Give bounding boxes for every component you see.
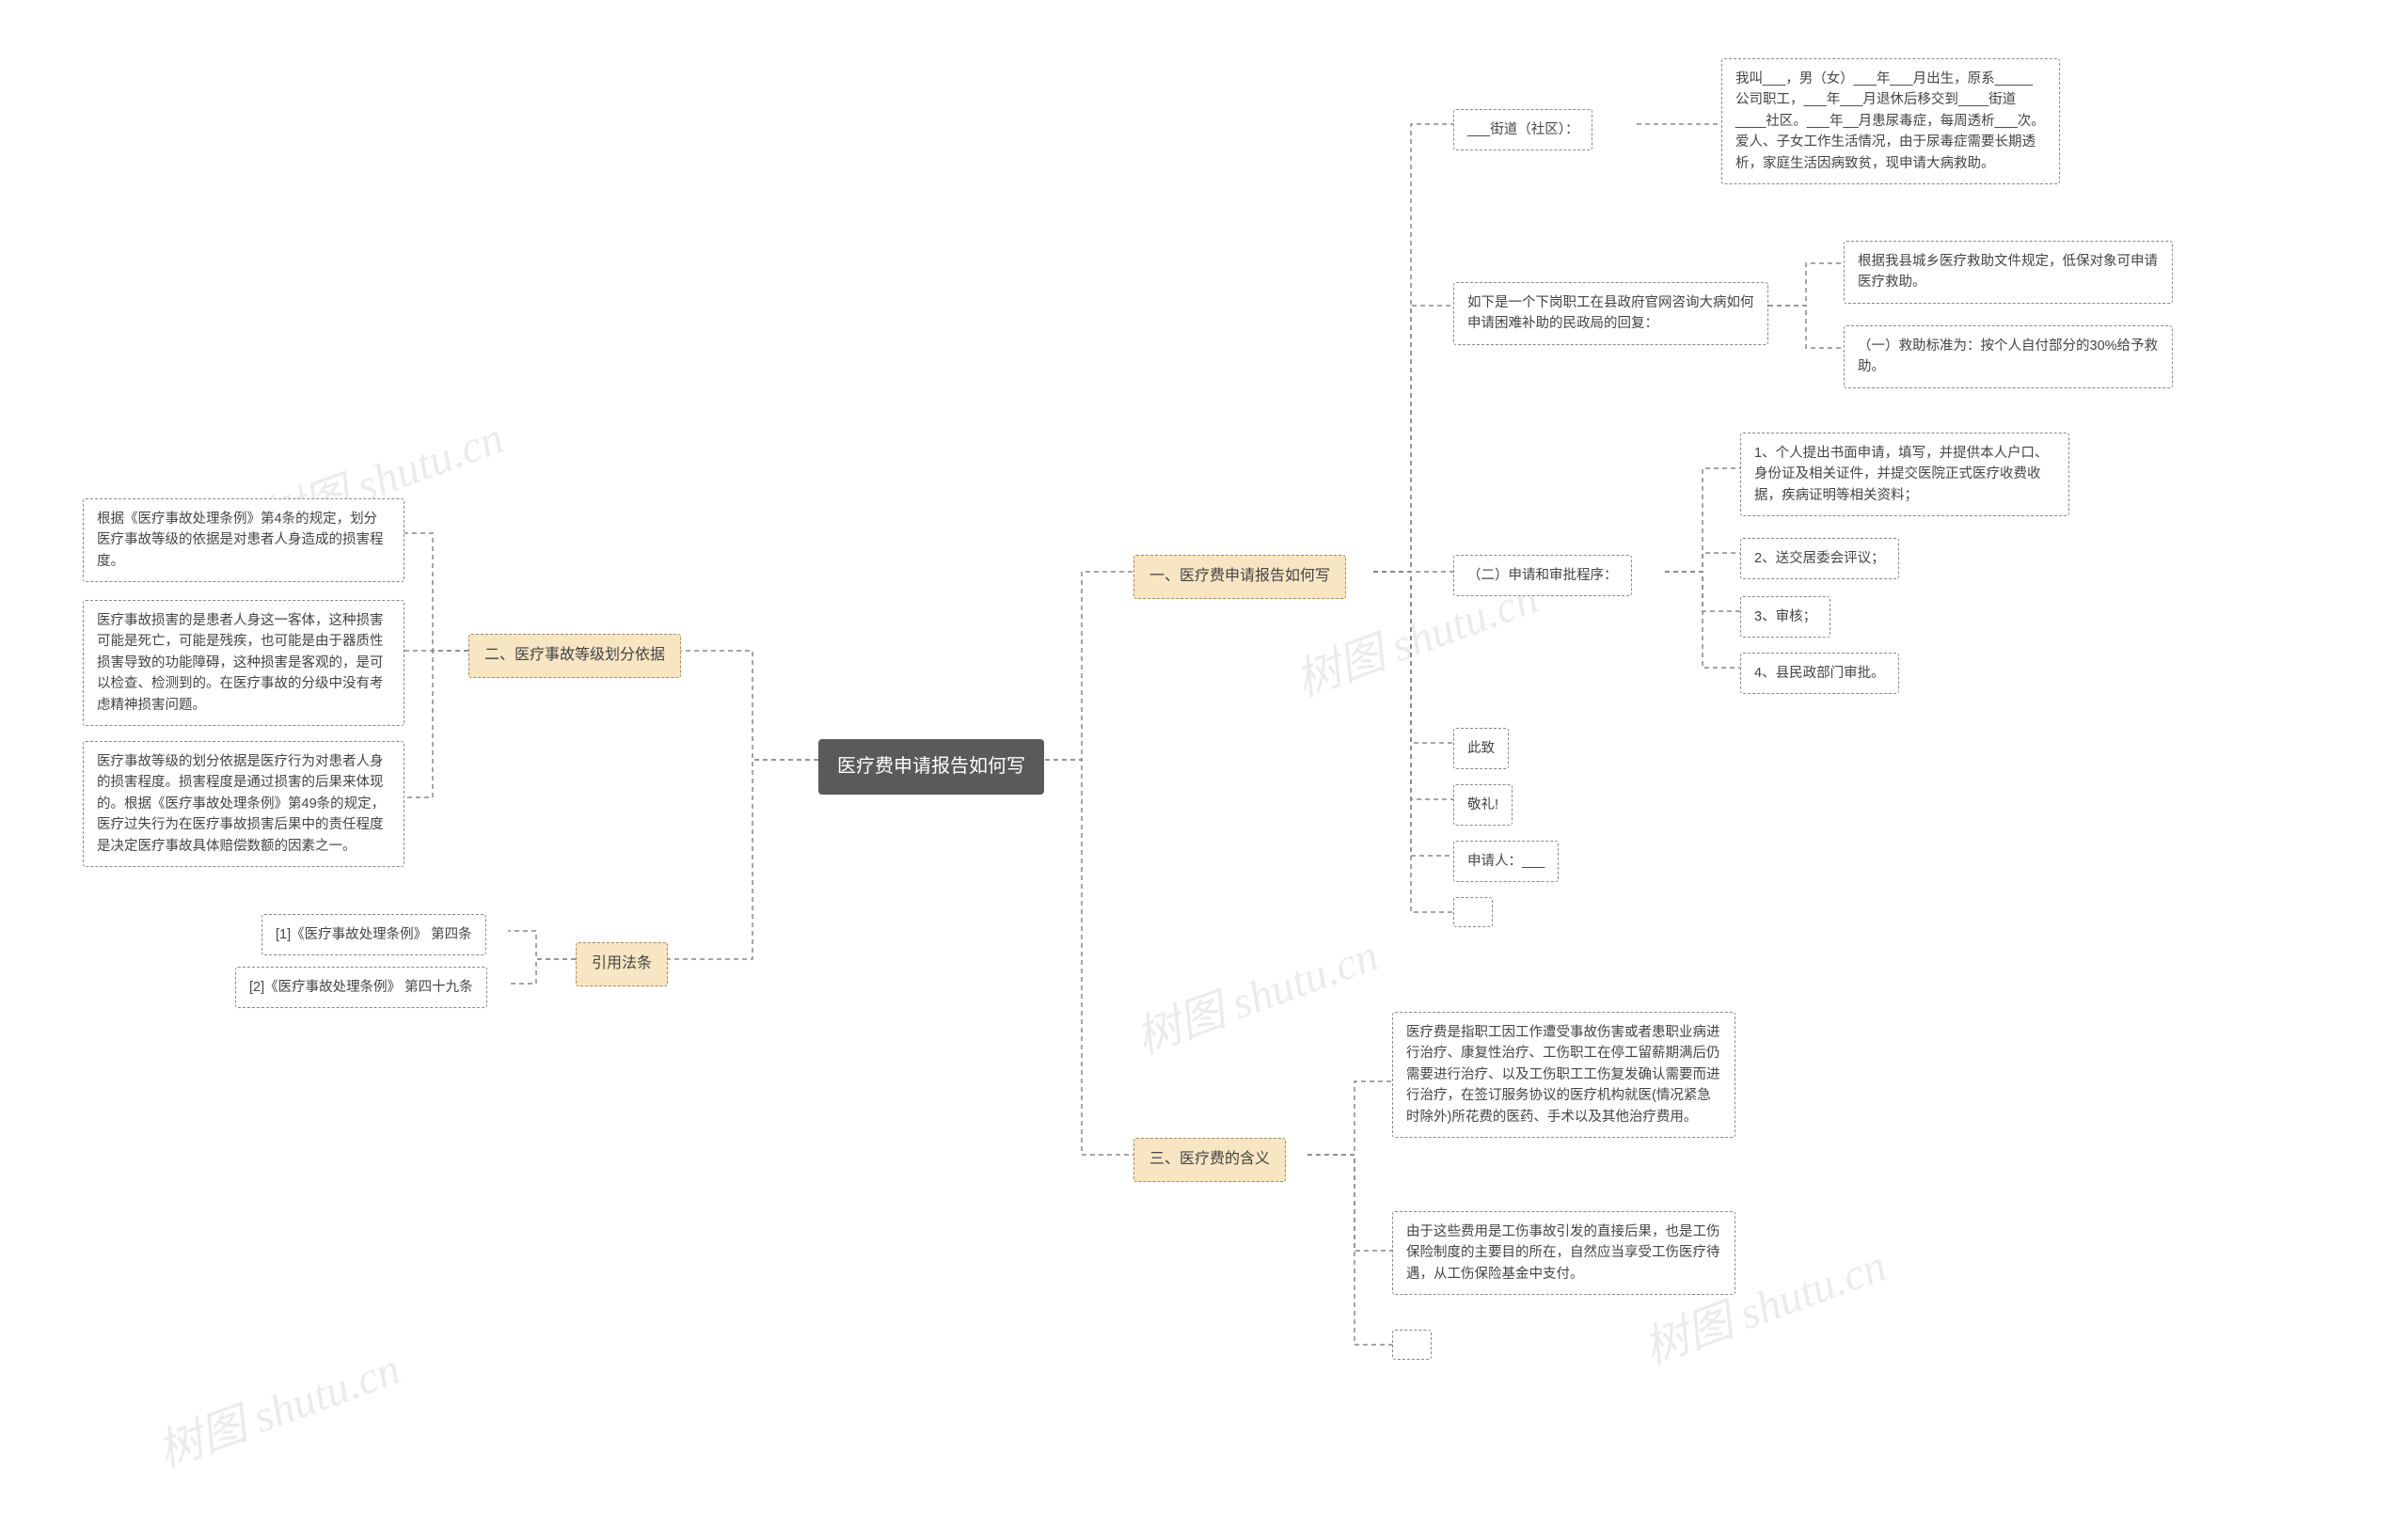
s1-child3-b[interactable]: 2、送交居委会评议；: [1740, 538, 1899, 579]
s1-child1-detail[interactable]: 我叫___，男（女）___年___月出生，原系_____公司职工，___年___…: [1721, 58, 2060, 184]
s1-closing-b[interactable]: 敬礼!: [1453, 784, 1513, 826]
section-1-title[interactable]: 一、医疗费申请报告如何写: [1133, 555, 1346, 599]
section-3-title[interactable]: 三、医疗费的含义: [1133, 1138, 1286, 1182]
law-title[interactable]: 引用法条: [576, 942, 668, 986]
s1-child2-detail-b[interactable]: （一）救助标准为：按个人自付部分的30%给予救助。: [1844, 325, 2173, 388]
s1-closing-a[interactable]: 此致: [1453, 728, 1509, 769]
s3-detail-a[interactable]: 医疗费是指职工因工作遭受事故伤害或者患职业病进行治疗、康复性治疗、工伤职工在停工…: [1392, 1012, 1735, 1138]
s1-child3-d[interactable]: 4、县民政部门审批。: [1740, 653, 1899, 694]
s1-child2[interactable]: 如下是一个下岗职工在县政府官网咨询大病如何申请困难补助的民政局的回复：: [1453, 282, 1768, 345]
law-item-b[interactable]: [2]《医疗事故处理条例》 第四十九条: [235, 967, 487, 1008]
s1-child3-c[interactable]: 3、审核；: [1740, 596, 1830, 638]
law-item-a[interactable]: [1]《医疗事故处理条例》 第四条: [261, 914, 486, 955]
mindmap-stage: 树图 shutu.cn 树图 shutu.cn 树图 shutu.cn 树图 s…: [0, 0, 2408, 1529]
s1-child2-detail-a[interactable]: 根据我县城乡医疗救助文件规定，低保对象可申请医疗救助。: [1844, 241, 2173, 304]
s2-detail-c[interactable]: 医疗事故等级的划分依据是医疗行为对患者人身的损害程度。损害程度是通过损害的后果来…: [83, 741, 404, 867]
watermark: 树图 shutu.cn: [147, 1332, 407, 1480]
s1-empty-node[interactable]: [1453, 897, 1493, 927]
s1-child3[interactable]: （二）申请和审批程序：: [1453, 555, 1632, 596]
watermark: 树图 shutu.cn: [1125, 918, 1386, 1066]
s2-detail-b[interactable]: 医疗事故损害的是患者人身这一客体，这种损害可能是死亡，可能是残疾，也可能是由于器…: [83, 600, 404, 726]
root-node[interactable]: 医疗费申请报告如何写: [818, 739, 1044, 795]
s3-empty-node[interactable]: [1392, 1330, 1432, 1360]
s2-detail-a[interactable]: 根据《医疗事故处理条例》第4条的规定，划分医疗事故等级的依据是对患者人身造成的损…: [83, 498, 404, 582]
s1-closing-c[interactable]: 申请人：___: [1453, 841, 1559, 882]
s1-child1[interactable]: ___街道（社区）：: [1453, 109, 1592, 150]
s1-child3-a[interactable]: 1、个人提出书面申请，填写，并提供本人户口、身份证及相关证件，并提交医院正式医疗…: [1740, 433, 2069, 516]
s3-detail-b[interactable]: 由于这些费用是工伤事故引发的直接后果，也是工伤保险制度的主要目的所在，自然应当享…: [1392, 1211, 1735, 1295]
section-2-title[interactable]: 二、医疗事故等级划分依据: [468, 634, 681, 678]
